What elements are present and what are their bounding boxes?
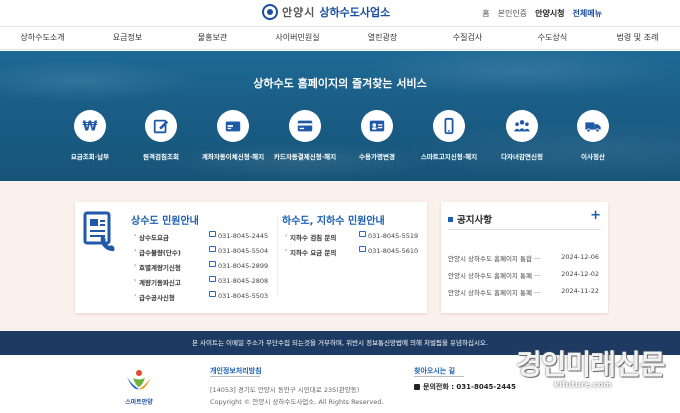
service-card-payment[interactable]: 카드자동결제신청·해지 (270, 110, 340, 161)
notice-header: 공지사항 (448, 212, 492, 226)
phone-icon (209, 291, 216, 297)
phone-icon (359, 231, 366, 237)
credit-card-icon (297, 120, 313, 132)
sewer-civil-title: 하수도, 지하수 민원안내 (282, 216, 385, 227)
footer-logo: 스마트안양 (119, 369, 159, 406)
privacy-policy-link[interactable]: 개인정보처리방침 (210, 366, 262, 376)
list-item[interactable]: › 급수불량(단수) 031-8045-5504 (134, 243, 269, 258)
news-watermark: 경인미래신문 kifuture.com (516, 348, 666, 389)
smart-anyang-logo-icon (127, 370, 151, 390)
nav-item-cyber-office[interactable]: 사이버민원실 (255, 27, 340, 49)
phone-icon (359, 246, 366, 252)
family-icon (513, 120, 531, 132)
divider (414, 376, 464, 377)
notice-more-button[interactable]: + (590, 208, 601, 223)
svg-text:₩: ₩ (83, 119, 98, 135)
divider (277, 216, 278, 296)
nav-item-fee-info[interactable]: 요금정보 (85, 27, 170, 49)
footer-address: [14053] 경기도 안양시 동안구 시민대로 235(관양동) (210, 386, 360, 394)
list-item[interactable]: › 상수도요금 031-8045-2445 (134, 228, 269, 243)
service-name-change[interactable]: 수용가명변경 (342, 110, 412, 161)
nav-item-intro[interactable]: 상하수도소개 (0, 27, 85, 49)
list-item[interactable]: › 계량기동파신고 031-8045-2808 (134, 273, 269, 288)
nav-item-water-knowledge[interactable]: 수도상식 (510, 27, 595, 49)
logo-city-name: 안양시 (282, 6, 316, 19)
service-bank-transfer[interactable]: 계좌자동이체신청·해지 (198, 110, 268, 161)
all-menu-button[interactable]: 전체메뉴 (573, 8, 602, 19)
nav-item-open-square[interactable]: 열린광장 (340, 27, 425, 49)
utility-city-hall-link[interactable]: 안양시청 (535, 8, 564, 19)
id-card-icon (369, 120, 385, 132)
city-emblem-icon (262, 4, 278, 20)
won-icon: ₩ (83, 119, 98, 135)
service-fee-payment[interactable]: ₩ 요금조회·납부 (55, 110, 125, 161)
smartphone-icon (444, 117, 454, 135)
civil-service-card: 상수도 민원안내 › 상수도요금 031-8045-2445 › 급수불량(단수… (75, 202, 427, 313)
chevron-right-icon: › (134, 232, 137, 239)
notice-card: 공지사항 + 안양시 상하수도 홈페이지 통합 ··· 2024-12-06 안… (441, 202, 608, 313)
logo-department-name: 상하수도사업소 (319, 6, 391, 19)
square-bullet-icon (448, 216, 453, 222)
bank-card-icon (225, 121, 241, 132)
phone-icon (209, 231, 216, 237)
water-civil-list: › 상수도요금 031-8045-2445 › 급수불량(단수) 031-804… (134, 228, 269, 303)
service-smart-notice[interactable]: 스마트고지신청·해지 (414, 110, 484, 161)
edit-icon (153, 119, 169, 134)
chevron-right-icon: › (134, 262, 137, 269)
divider (448, 229, 601, 230)
chevron-right-icon: › (134, 247, 137, 254)
nav-item-water-pr[interactable]: 물홍보관 (170, 27, 255, 49)
truck-icon (585, 122, 601, 133)
list-item[interactable]: › 지하수 요금 문의 031-8045-5610 (285, 243, 420, 258)
chevron-right-icon: › (285, 247, 288, 254)
service-multi-child[interactable]: 다자녀감면신청 (487, 110, 557, 161)
divider (210, 376, 260, 377)
nav-item-laws[interactable]: 법령 및 조례 (595, 27, 680, 49)
list-item[interactable]: › 지하수 검침 문의 031-8045-5519 (285, 228, 420, 243)
phone-icon (209, 261, 216, 267)
main-nav: 상하수도소개 요금정보 물홍보관 사이버민원실 열린광장 수질검사 수도상식 법… (0, 26, 680, 50)
document-phone-icon (83, 211, 115, 252)
list-item[interactable]: › 급수공사신청 031-8045-5503 (134, 288, 269, 303)
chevron-right-icon: › (134, 277, 137, 284)
service-move-settlement[interactable]: 이사정산 (558, 110, 628, 161)
water-civil-title: 상수도 민원안내 (131, 216, 199, 227)
chevron-right-icon: › (285, 232, 288, 239)
service-remote-meter[interactable]: 원격검침조회 (126, 110, 196, 161)
hero-title: 상하수도 홈페이지의 즐겨찾는 서비스 (253, 77, 427, 90)
content-band: 상수도 민원안내 › 상수도요금 031-8045-2445 › 급수불량(단수… (0, 181, 680, 331)
utility-menu: 홈 본인인증 안양시청 전체메뉴 (482, 8, 602, 19)
notice-title: 공지사항 (457, 215, 492, 226)
phone-icon (209, 276, 216, 282)
phone-icon (414, 384, 420, 390)
footer-copyright: Copyright © 안양시 상하수도사업소. All Rights Rese… (210, 398, 384, 406)
chevron-right-icon: › (134, 292, 137, 299)
utility-auth-link[interactable]: 본인인증 (498, 8, 527, 19)
phone-icon (209, 246, 216, 252)
utility-home-link[interactable]: 홈 (482, 8, 489, 19)
nav-item-water-quality[interactable]: 수질검사 (425, 27, 510, 49)
hero-banner: 상하수도 홈페이지의 즐겨찾는 서비스 ₩ 요금조회·납부 원격검침조회 계좌자… (0, 51, 680, 181)
top-bar: 안양시 상하수도사업소 홈 본인인증 안양시청 전체메뉴 (0, 0, 680, 26)
site-logo[interactable]: 안양시 상하수도사업소 (262, 4, 390, 20)
sewer-civil-list: › 지하수 검침 문의 031-8045-5519 › 지하수 요금 문의 03… (285, 228, 420, 258)
footer-phone: 문의전화 : 031-8045-2445 (414, 382, 516, 392)
directions-link[interactable]: 찾아오시는 길 (414, 366, 455, 376)
list-item[interactable]: › 호별계량기신청 031-8045-2899 (134, 258, 269, 273)
